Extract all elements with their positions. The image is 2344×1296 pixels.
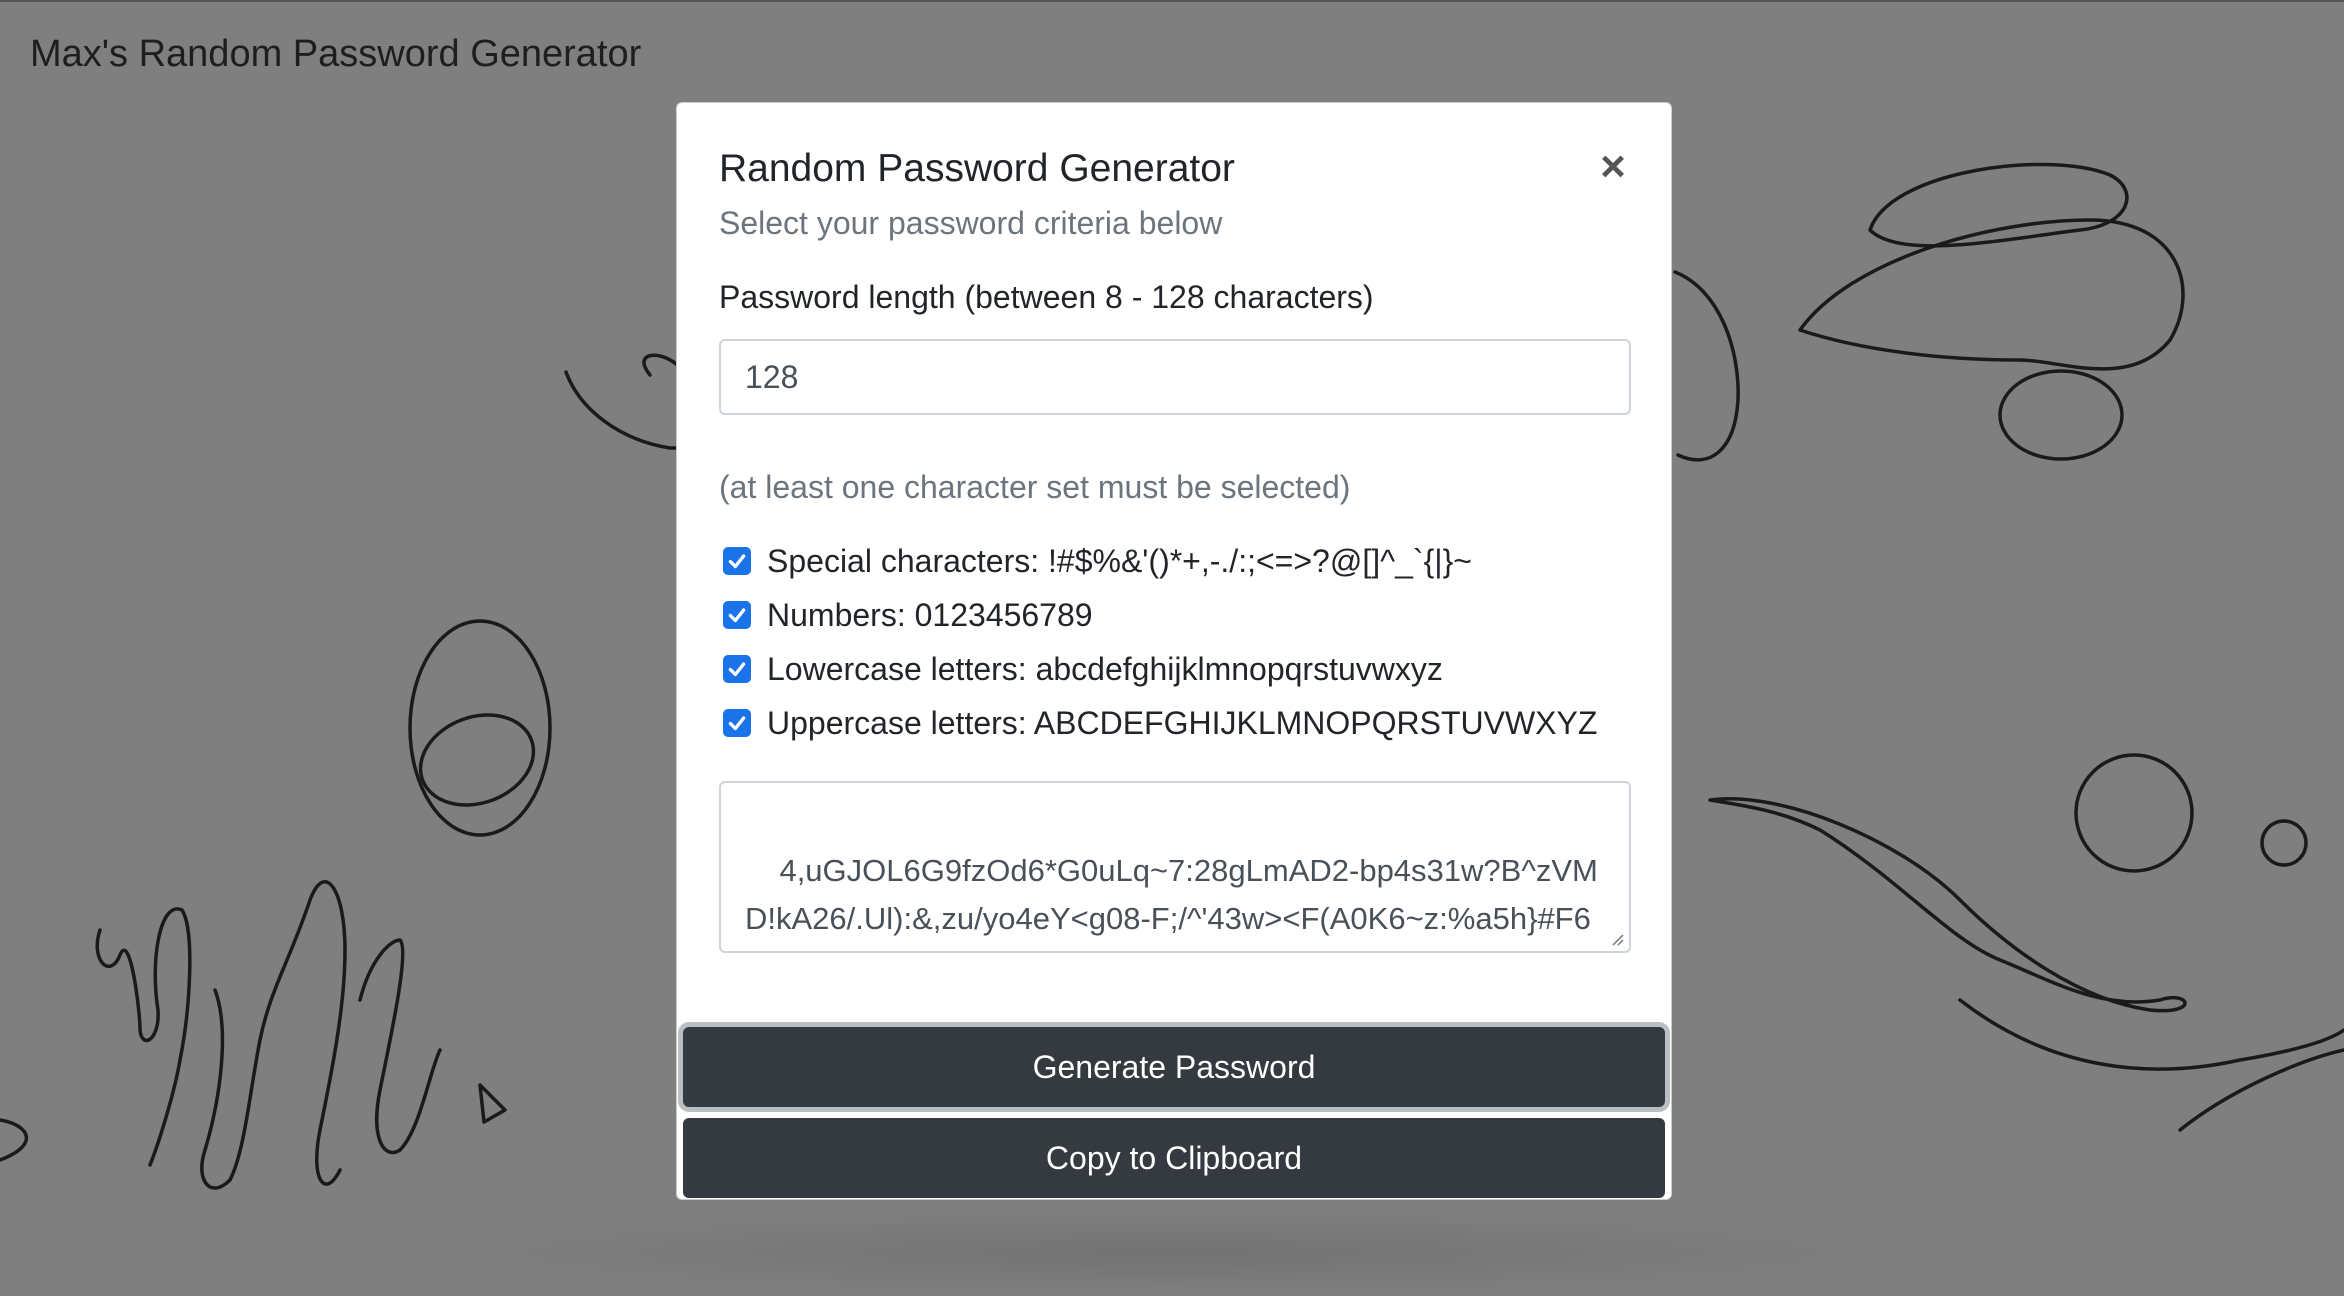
close-button[interactable]: × (1593, 145, 1633, 189)
length-label: Password length (between 8 - 128 charact… (719, 279, 1374, 315)
length-input[interactable] (719, 339, 1631, 415)
modal-shadow (420, 1210, 1920, 1296)
doodle-worm-1 (95, 907, 192, 1167)
doodle-oval-1 (1998, 369, 2124, 461)
option-label: Numbers: 0123456789 (767, 596, 1093, 633)
option-lowercase[interactable]: Lowercase letters: abcdefghijklmnopqrstu… (723, 649, 1443, 689)
doodle-worm-2 (200, 880, 347, 1190)
resize-grip-icon[interactable] (1609, 931, 1625, 947)
copy-to-clipboard-button[interactable]: Copy to Clipboard (683, 1118, 1665, 1198)
option-label: Uppercase letters: ABCDEFGHIJKLMNOPQRSTU… (767, 704, 1598, 741)
modal-subtitle: Select your password criteria below (719, 205, 1223, 241)
doodle-triangle (478, 1083, 507, 1124)
option-numbers[interactable]: Numbers: 0123456789 (723, 595, 1093, 635)
password-text: 4,uGJOL6G9fzOd6*G0uLq~7:28gLmAD2-bp4s31w… (745, 853, 1598, 951)
doodle-worm-3 (358, 938, 442, 1155)
doodle-edge-curve (0, 1118, 28, 1162)
doodle-squiggle-3 (2178, 1048, 2344, 1132)
charset-hint: (at least one character set must be sele… (719, 469, 1351, 505)
checkmark-icon (728, 716, 746, 731)
generate-password-button[interactable]: Generate Password (683, 1027, 1665, 1107)
doodle-squiggle-1 (1708, 797, 2187, 1013)
checkbox-uppercase[interactable] (723, 709, 751, 737)
checkmark-icon (728, 554, 746, 569)
password-output[interactable]: 4,uGJOL6G9fzOd6*G0uLq~7:28gLmAD2-bp4s31w… (719, 781, 1631, 953)
checkmark-icon (728, 662, 746, 677)
checkbox-numbers[interactable] (723, 601, 751, 629)
option-label: Lowercase letters: abcdefghijklmnopqrstu… (767, 650, 1443, 687)
option-uppercase[interactable]: Uppercase letters: ABCDEFGHIJKLMNOPQRSTU… (723, 703, 1597, 743)
doodle-cloud-1 (1868, 162, 2129, 248)
doodle-hook (564, 353, 682, 450)
checkmark-icon (728, 608, 746, 623)
option-special[interactable]: Special characters: !#$%&'()*+,-./:;<=>?… (723, 541, 1472, 581)
checkbox-lowercase[interactable] (723, 655, 751, 683)
checkbox-special[interactable] (723, 547, 751, 575)
modal-title: Random Password Generator (719, 147, 1235, 190)
option-label: Special characters: !#$%&'()*+,-./:;<=>?… (767, 542, 1472, 579)
doodle-circle-1 (2074, 753, 2194, 873)
doodle-blob-top (1673, 270, 1740, 462)
doodle-circle-2 (2260, 819, 2308, 867)
password-modal: Random Password Generator × Select your … (676, 102, 1672, 1200)
